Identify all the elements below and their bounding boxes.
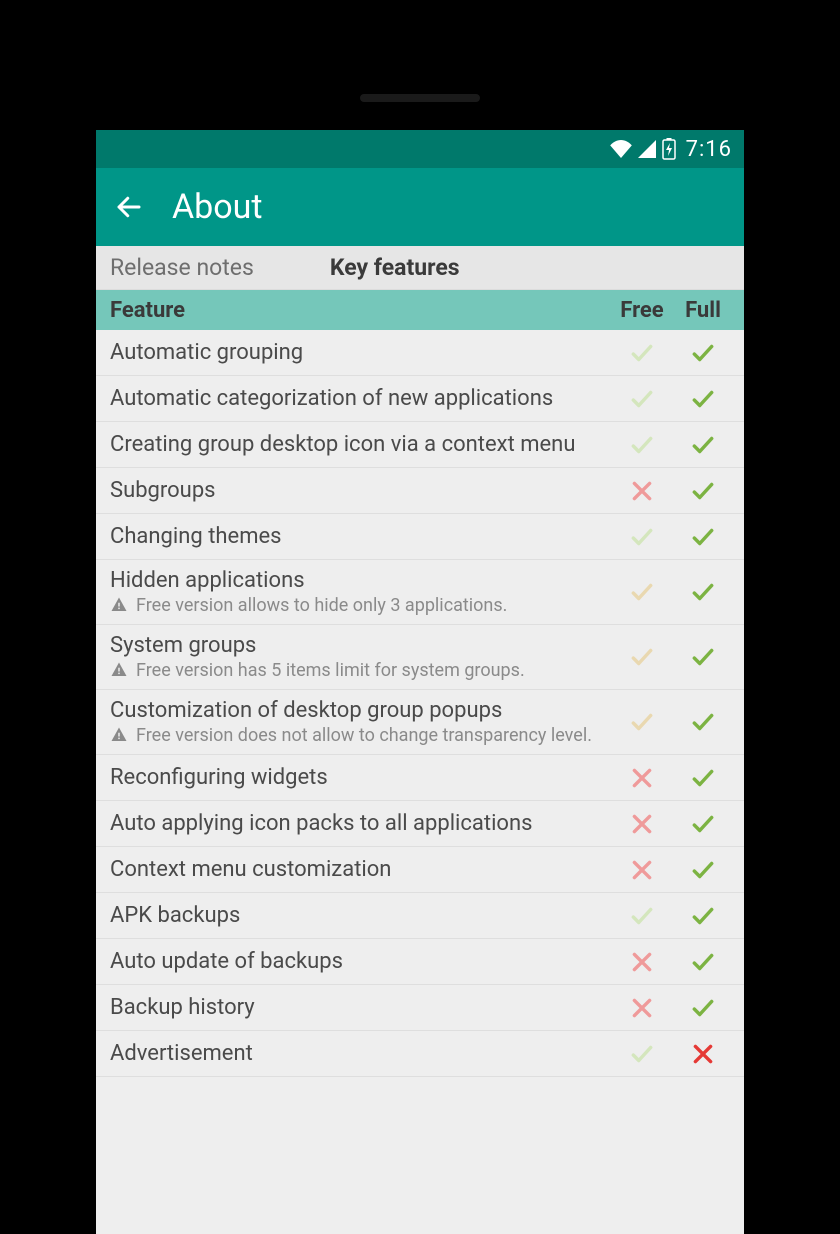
free-indicator (610, 995, 674, 1021)
table-row: System groupsFree version has 5 items li… (96, 625, 744, 690)
status-time: 7:16 (686, 137, 732, 162)
warning-icon (110, 596, 128, 614)
full-indicator (674, 478, 732, 504)
table-row: Creating group desktop icon via a contex… (96, 422, 744, 468)
full-indicator (674, 903, 732, 929)
full-indicator (674, 995, 732, 1021)
cell-signal-icon (638, 140, 656, 158)
back-button[interactable] (112, 190, 146, 224)
screen: 7:16 About Release notes Key features Fe… (96, 130, 744, 1234)
table-row: Customization of desktop group popupsFre… (96, 690, 744, 755)
feature-label: Automatic categorization of new applicat… (110, 386, 610, 411)
full-indicator (674, 709, 732, 735)
feature-note-text: Free version does not allow to change tr… (136, 725, 592, 746)
free-indicator (610, 432, 674, 458)
free-indicator (610, 340, 674, 366)
free-indicator (610, 765, 674, 791)
feature-label: Reconfiguring widgets (110, 765, 610, 790)
table-row: Auto applying icon packs to all applicat… (96, 801, 744, 847)
free-indicator (610, 1041, 674, 1067)
device-bezel: 7:16 About Release notes Key features Fe… (60, 30, 780, 1234)
free-indicator (610, 857, 674, 883)
warning-icon (110, 661, 128, 679)
page-title: About (172, 187, 263, 227)
table-row: Automatic grouping (96, 330, 744, 376)
free-indicator (610, 811, 674, 837)
feature-label: Subgroups (110, 478, 610, 503)
full-indicator (674, 811, 732, 837)
feature-label: APK backups (110, 903, 610, 928)
header-full: Full (674, 298, 732, 323)
header-free: Free (610, 298, 674, 323)
table-row: Context menu customization (96, 847, 744, 893)
full-indicator (674, 579, 732, 605)
feature-label: Advertisement (110, 1041, 610, 1066)
full-indicator (674, 524, 732, 550)
table-header: Feature Free Full (96, 290, 744, 330)
table-row: Advertisement (96, 1031, 744, 1077)
feature-label: Automatic grouping (110, 340, 610, 365)
free-indicator (610, 524, 674, 550)
tab-key-features[interactable]: Key features (316, 246, 474, 289)
table-row: Changing themes (96, 514, 744, 560)
full-indicator (674, 644, 732, 670)
feature-label: Changing themes (110, 524, 610, 549)
free-indicator (610, 949, 674, 975)
full-indicator (674, 765, 732, 791)
feature-note: Free version does not allow to change tr… (110, 725, 610, 746)
table-row: Hidden applicationsFree version allows t… (96, 560, 744, 625)
toolbar: About (96, 168, 744, 246)
table-row: Reconfiguring widgets (96, 755, 744, 801)
warning-icon (110, 726, 128, 744)
feature-label: Creating group desktop icon via a contex… (110, 432, 610, 457)
feature-label: Backup history (110, 995, 610, 1020)
feature-note-text: Free version allows to hide only 3 appli… (136, 595, 507, 616)
table-row: Automatic categorization of new applicat… (96, 376, 744, 422)
free-indicator (610, 644, 674, 670)
battery-charging-icon (662, 138, 676, 160)
feature-label: Context menu customization (110, 857, 610, 882)
tab-release-notes[interactable]: Release notes (96, 246, 268, 289)
free-indicator (610, 903, 674, 929)
arrow-back-icon (114, 192, 144, 222)
header-feature: Feature (110, 298, 610, 323)
feature-rows: Automatic grouping Automatic categorizati… (96, 330, 744, 1234)
wifi-icon (610, 140, 632, 158)
device-speaker (360, 94, 480, 102)
feature-note: Free version has 5 items limit for syste… (110, 660, 610, 681)
feature-label: Customization of desktop group popups (110, 698, 610, 723)
table-row: APK backups (96, 893, 744, 939)
full-indicator (674, 432, 732, 458)
feature-label: System groups (110, 633, 610, 658)
full-indicator (674, 949, 732, 975)
table-row: Auto update of backups (96, 939, 744, 985)
tabs: Release notes Key features (96, 246, 744, 290)
full-indicator (674, 857, 732, 883)
full-indicator (674, 340, 732, 366)
status-bar: 7:16 (96, 130, 744, 168)
free-indicator (610, 579, 674, 605)
feature-label: Hidden applications (110, 568, 610, 593)
full-indicator (674, 1041, 732, 1067)
table-row: Subgroups (96, 468, 744, 514)
free-indicator (610, 386, 674, 412)
feature-label: Auto update of backups (110, 949, 610, 974)
free-indicator (610, 709, 674, 735)
feature-note-text: Free version has 5 items limit for syste… (136, 660, 525, 681)
feature-note: Free version allows to hide only 3 appli… (110, 595, 610, 616)
free-indicator (610, 478, 674, 504)
feature-label: Auto applying icon packs to all applicat… (110, 811, 610, 836)
device-frame: 7:16 About Release notes Key features Fe… (0, 0, 840, 1234)
full-indicator (674, 386, 732, 412)
table-row: Backup history (96, 985, 744, 1031)
